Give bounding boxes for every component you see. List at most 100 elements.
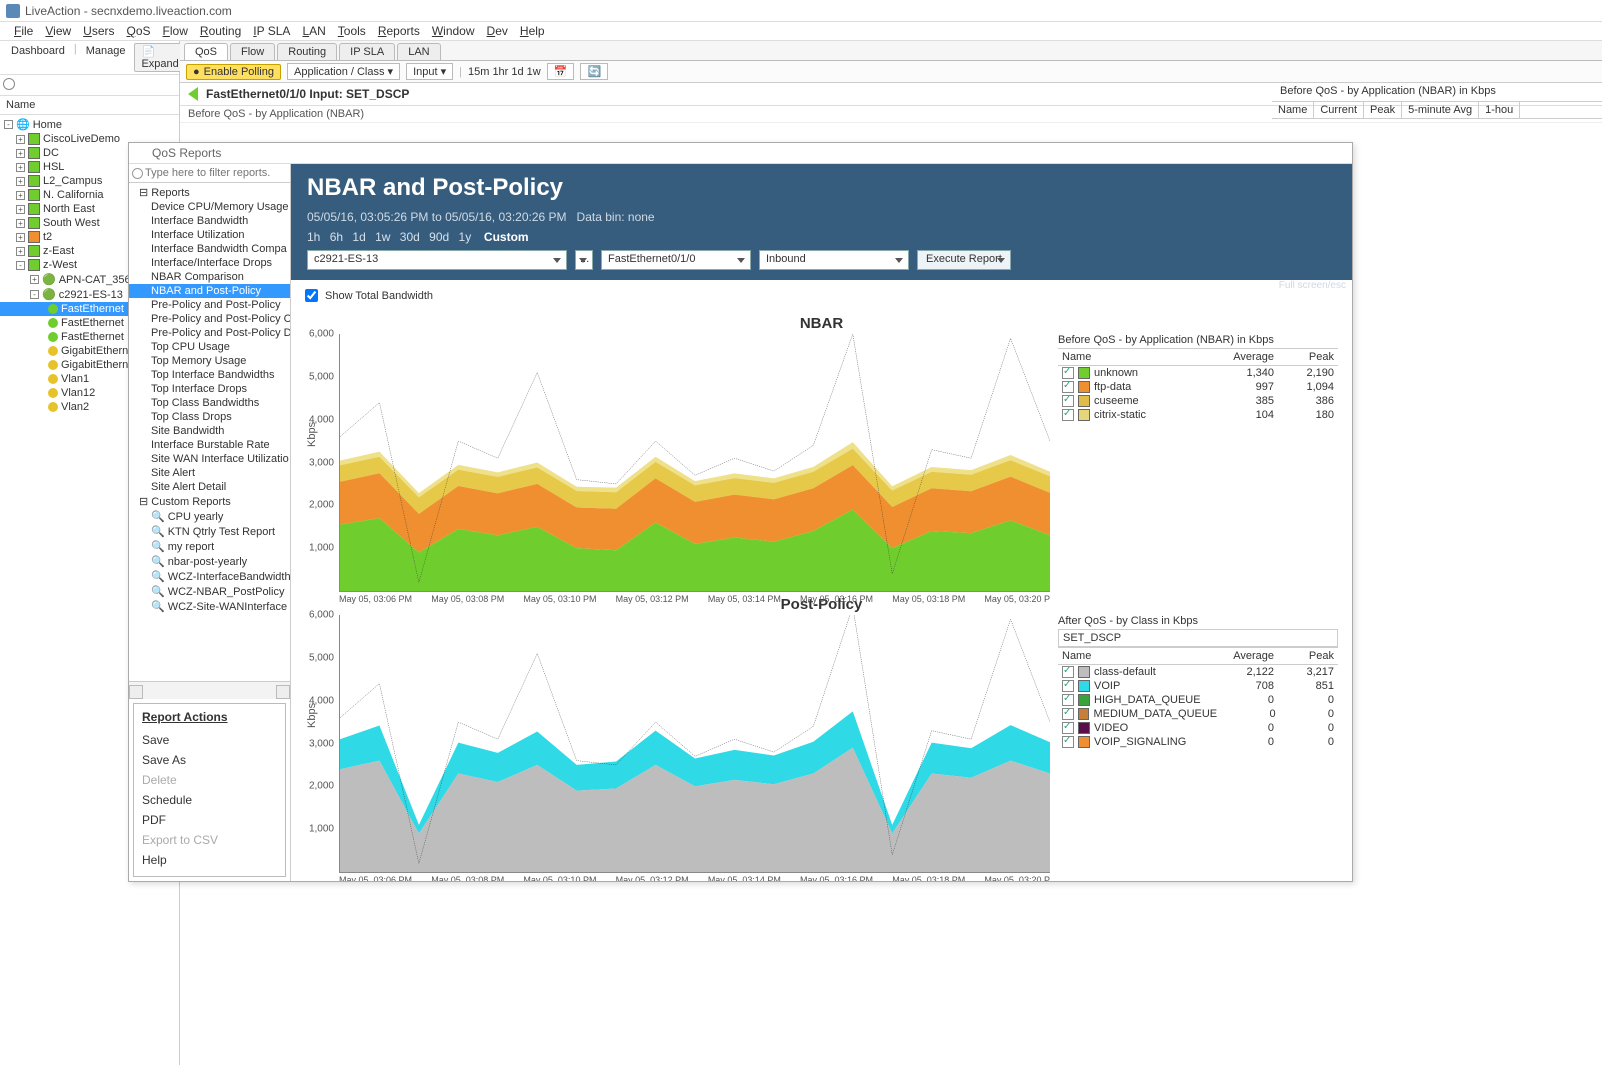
filter-select[interactable]: Application / Class ▾: [287, 63, 400, 80]
range-30d[interactable]: 30d: [400, 230, 420, 244]
action-save[interactable]: Save: [142, 730, 277, 750]
input-select[interactable]: Input ▾: [406, 63, 453, 80]
group-node[interactable]: DC: [43, 147, 59, 159]
interface-node[interactable]: GigabitEthern: [61, 345, 128, 357]
menu-lan[interactable]: LAN: [296, 22, 331, 40]
tab-routing[interactable]: Routing: [277, 43, 337, 60]
custom-root[interactable]: ⊟ Custom Reports: [129, 494, 290, 509]
legend-checkbox[interactable]: [1062, 381, 1074, 393]
menu-ipsla[interactable]: IP SLA: [247, 22, 296, 40]
report-item[interactable]: Site Alert: [129, 466, 290, 480]
range-1w[interactable]: 1w: [375, 230, 390, 244]
interface-node[interactable]: FastEthernet: [61, 303, 124, 315]
menu-reports[interactable]: Reports: [372, 22, 426, 40]
device-browse-button[interactable]: ...: [575, 250, 593, 270]
report-item[interactable]: Pre-Policy and Post-Policy: [129, 298, 290, 312]
legend-row[interactable]: ftp-data9971,094: [1058, 380, 1338, 394]
report-item[interactable]: Site WAN Interface Utilizatio: [129, 452, 290, 466]
device-select[interactable]: c2921-ES-13: [307, 250, 567, 270]
range-buttons[interactable]: 15m 1hr 1d 1w: [468, 66, 541, 78]
group-node[interactable]: t2: [43, 231, 52, 243]
range-1y[interactable]: 1y: [459, 230, 472, 244]
report-item[interactable]: Top Memory Usage: [129, 354, 290, 368]
legend-row[interactable]: VOIP_SIGNALING00: [1058, 735, 1338, 749]
menu-tools[interactable]: Tools: [332, 22, 372, 40]
custom-report-item[interactable]: 🔍nbar-post-yearly: [129, 554, 290, 569]
custom-report-item[interactable]: 🔍KTN Qtrly Test Report: [129, 524, 290, 539]
reports-root[interactable]: ⊟ Reports: [129, 185, 290, 200]
tab-ipsla[interactable]: IP SLA: [339, 43, 395, 60]
report-item[interactable]: Interface Utilization: [129, 228, 290, 242]
legend-row[interactable]: unknown1,3402,190: [1058, 366, 1338, 380]
menu-flow[interactable]: Flow: [157, 22, 194, 40]
legend-checkbox[interactable]: [1062, 736, 1074, 748]
interface-node[interactable]: Vlan1: [61, 373, 89, 385]
menu-help[interactable]: Help: [514, 22, 551, 40]
range-1d[interactable]: 1d: [352, 230, 365, 244]
group-node[interactable]: L2_Campus: [43, 175, 102, 187]
menu-qos[interactable]: QoS: [121, 22, 157, 40]
legend-checkbox[interactable]: [1062, 409, 1074, 421]
legend-checkbox[interactable]: [1062, 395, 1074, 407]
interface-node[interactable]: Vlan2: [61, 401, 89, 413]
fullscreen-hint[interactable]: Full screen/esc: [1279, 280, 1346, 291]
menu-dev[interactable]: Dev: [481, 22, 514, 40]
report-item[interactable]: Interface/Interface Drops: [129, 256, 290, 270]
report-item[interactable]: Device CPU/Memory Usage: [129, 200, 290, 214]
range-90d[interactable]: 90d: [429, 230, 449, 244]
custom-report-item[interactable]: 🔍CPU yearly: [129, 509, 290, 524]
report-item[interactable]: Site Alert Detail: [129, 480, 290, 494]
menu-view[interactable]: View: [39, 22, 77, 40]
interface-node[interactable]: FastEthernet: [61, 331, 124, 343]
tab-flow[interactable]: Flow: [230, 43, 275, 60]
legend-checkbox[interactable]: [1062, 722, 1074, 734]
group-node[interactable]: North East: [43, 203, 95, 215]
action-save-as[interactable]: Save As: [142, 750, 277, 770]
report-item[interactable]: Top Interface Bandwidths: [129, 368, 290, 382]
group-node[interactable]: z-West: [43, 259, 77, 271]
report-item[interactable]: Top Class Bandwidths: [129, 396, 290, 410]
tab-lan[interactable]: LAN: [397, 43, 440, 60]
group-node[interactable]: South West: [43, 217, 100, 229]
refresh-icon[interactable]: 🔄: [580, 63, 608, 80]
calendar-icon[interactable]: 📅: [547, 63, 575, 80]
home-node[interactable]: Home: [33, 119, 62, 131]
legend-row[interactable]: class-default2,1223,217: [1058, 665, 1338, 679]
legend-checkbox[interactable]: [1062, 367, 1074, 379]
interface-node[interactable]: Vlan12: [61, 387, 95, 399]
back-arrow-icon[interactable]: [188, 87, 198, 101]
interface-select[interactable]: FastEthernet0/1/0: [601, 250, 751, 270]
report-item[interactable]: Interface Burstable Rate: [129, 438, 290, 452]
legend-row[interactable]: MEDIUM_DATA_QUEUE00: [1058, 707, 1338, 721]
legend-row[interactable]: VOIP708851: [1058, 679, 1338, 693]
search-input[interactable]: [0, 75, 179, 95]
legend-row[interactable]: citrix-static104180: [1058, 408, 1338, 422]
report-item[interactable]: Site Bandwidth: [129, 424, 290, 438]
manage-button[interactable]: Manage: [79, 43, 133, 72]
menu-window[interactable]: Window: [426, 22, 481, 40]
tab-qos[interactable]: QoS: [184, 43, 228, 60]
report-item[interactable]: Interface Bandwidth: [129, 214, 290, 228]
custom-report-item[interactable]: 🔍my report: [129, 539, 290, 554]
report-item[interactable]: NBAR Comparison: [129, 270, 290, 284]
range-custom[interactable]: Custom: [484, 230, 529, 244]
menu-users[interactable]: Users: [77, 22, 120, 40]
range-1h[interactable]: 1h: [307, 230, 320, 244]
custom-report-item[interactable]: 🔍WCZ-NBAR_PostPolicy: [129, 584, 290, 599]
legend-row[interactable]: cuseeme385386: [1058, 394, 1338, 408]
show-total-checkbox[interactable]: [305, 289, 318, 302]
reports-tree[interactable]: ⊟ ReportsDevice CPU/Memory UsageInterfac…: [129, 183, 290, 681]
device-node[interactable]: c2921-ES-13: [59, 289, 123, 301]
sidebar-scrollbar[interactable]: [129, 681, 290, 699]
action-schedule[interactable]: Schedule: [142, 790, 277, 810]
report-item[interactable]: Top CPU Usage: [129, 340, 290, 354]
dashboard-button[interactable]: Dashboard: [4, 43, 72, 72]
menu-file[interactable]: File: [8, 22, 39, 40]
report-item[interactable]: Pre-Policy and Post-Policy D: [129, 326, 290, 340]
custom-report-item[interactable]: 🔍WCZ-Site-WANInterface: [129, 599, 290, 614]
group-node[interactable]: N. California: [43, 189, 104, 201]
group-node[interactable]: HSL: [43, 161, 64, 173]
interface-node[interactable]: FastEthernet: [61, 317, 124, 329]
report-item[interactable]: Pre-Policy and Post-Policy C: [129, 312, 290, 326]
execute-report-button[interactable]: Execute Report: [917, 250, 1011, 270]
